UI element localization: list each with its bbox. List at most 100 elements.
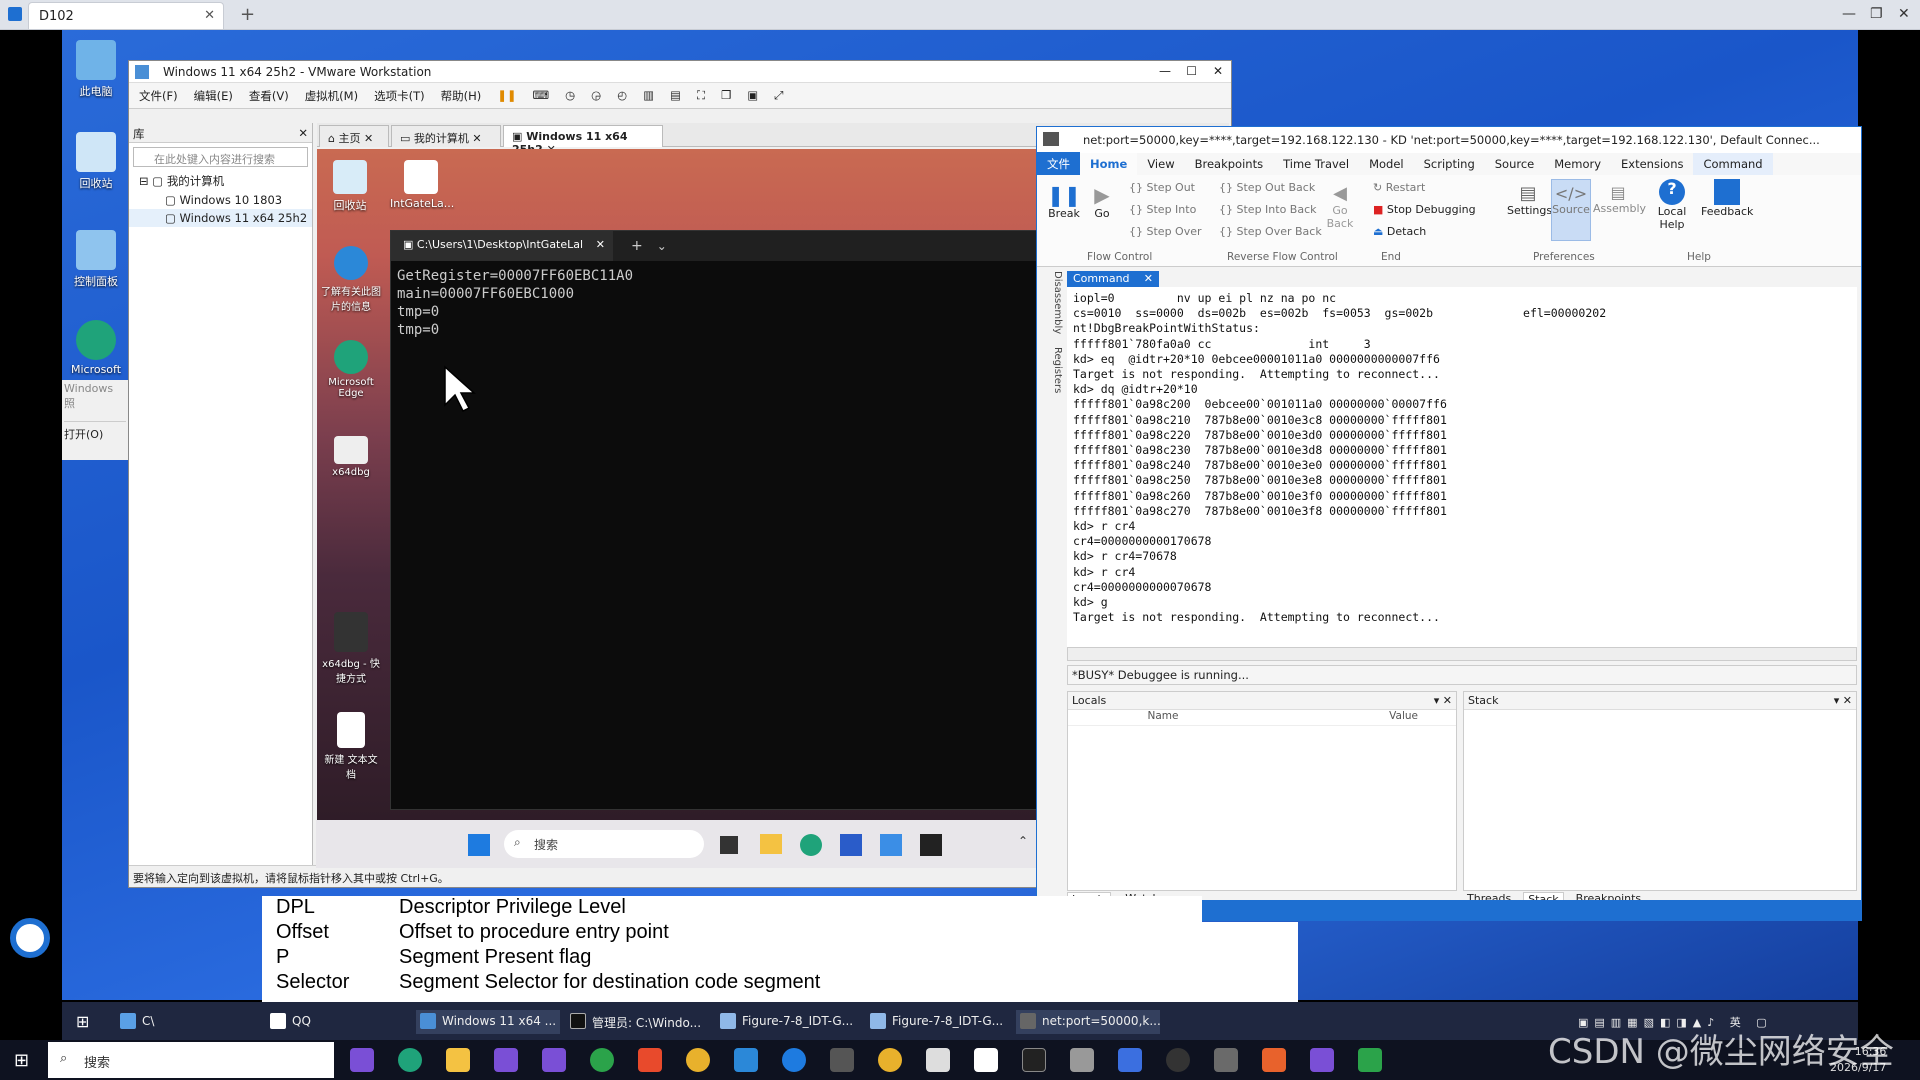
- guest-icon-edge[interactable]: Microsoft Edge: [320, 340, 382, 399]
- app-icon[interactable]: [1070, 1048, 1094, 1072]
- tab-model[interactable]: Model: [1359, 153, 1414, 175]
- desktop-icon-edge[interactable]: Microsoft: [66, 320, 126, 376]
- tree-vm-win10[interactable]: ▢ Windows 10 1803: [129, 191, 312, 209]
- command-tab[interactable]: Command ✕: [1067, 271, 1159, 287]
- guest-icon-x64dbg[interactable]: x64dbg: [320, 436, 382, 478]
- chevron-up-icon[interactable]: ⌃: [1018, 834, 1028, 848]
- go-back-button[interactable]: ◀ Go Back: [1323, 183, 1357, 230]
- step-over-button[interactable]: {} Step Over: [1129, 225, 1202, 238]
- outer-tab[interactable]: D102 ✕: [28, 2, 224, 29]
- edge-icon[interactable]: [398, 1048, 422, 1072]
- tab-view[interactable]: View: [1137, 153, 1184, 175]
- tab-win11-vm[interactable]: ▣ Windows 11 x64 25h2 ✕: [503, 125, 663, 156]
- app-icon[interactable]: [1310, 1048, 1334, 1072]
- windows-start-icon[interactable]: [468, 834, 490, 856]
- view-thumbnail-icon[interactable]: ▤: [670, 88, 681, 103]
- step-out-button[interactable]: {} Step Out: [1129, 181, 1195, 194]
- menu-file[interactable]: 文件(F): [139, 88, 178, 103]
- tab-source[interactable]: Source: [1485, 153, 1545, 175]
- revert-snapshot-icon[interactable]: ◶: [591, 88, 601, 103]
- outlook-icon[interactable]: [880, 834, 902, 856]
- fullscreen-icon[interactable]: ⛶: [697, 88, 705, 103]
- open-button[interactable]: 打开(O): [64, 421, 126, 442]
- guest-search-box[interactable]: ⌕ 搜索: [504, 830, 704, 858]
- menu-vm[interactable]: 虚拟机(M): [305, 88, 358, 103]
- pause-icon[interactable]: ❚❚: [497, 88, 516, 103]
- app-icon[interactable]: [734, 1048, 758, 1072]
- command-input-bar[interactable]: *BUSY* Debuggee is running...: [1067, 665, 1857, 685]
- chrome-icon[interactable]: [878, 1048, 902, 1072]
- taskbar-item-vmware[interactable]: Windows 11 x64 ...: [416, 1010, 560, 1034]
- desktop-icon-this-pc[interactable]: 此电脑: [66, 40, 126, 99]
- taskbar-item-windbg[interactable]: net:port=50000,k...: [1016, 1010, 1161, 1034]
- app-icon[interactable]: [590, 1048, 614, 1072]
- horizontal-scrollbar[interactable]: [1067, 647, 1857, 661]
- restart-button[interactable]: ↻ Restart: [1373, 181, 1425, 194]
- assembly-button[interactable]: ▤ Assembly: [1593, 183, 1646, 215]
- tab-registers[interactable]: Registers: [1052, 347, 1063, 393]
- visual-studio-icon[interactable]: [494, 1048, 518, 1072]
- menu-edit[interactable]: 编辑(E): [194, 88, 233, 103]
- taskbar-item-cmd[interactable]: 管理员: C:\Windo...: [566, 1010, 706, 1034]
- command-output[interactable]: iopl=0 nv up ei pl nz na po nc cs=0010 ss…: [1067, 287, 1857, 647]
- close-icon[interactable]: ✕: [1213, 64, 1223, 78]
- minimize-icon[interactable]: —: [1842, 6, 1856, 22]
- stretch-icon[interactable]: ⤢: [774, 88, 783, 103]
- tab-scripting[interactable]: Scripting: [1414, 153, 1485, 175]
- host-search-box[interactable]: ⌕ 搜索: [48, 1042, 334, 1078]
- terminal-output[interactable]: GetRegister=00007FF60EBC11A0 main=00007FF…: [391, 261, 1039, 345]
- desktop-icon-recycle[interactable]: 回收站: [66, 132, 126, 191]
- step-into-button[interactable]: {} Step Into: [1129, 203, 1196, 216]
- taskbar-item-qq[interactable]: QQ: [266, 1010, 386, 1034]
- app-icon[interactable]: [926, 1048, 950, 1072]
- tab-disassembly[interactable]: Disassembly: [1052, 271, 1063, 334]
- minimize-icon[interactable]: —: [1159, 64, 1171, 78]
- step-into-back-button[interactable]: {} Step Into Back: [1219, 203, 1317, 216]
- guest-icon-recycle[interactable]: 回收站: [322, 160, 378, 213]
- console-icon[interactable]: ▣: [747, 88, 758, 103]
- close-icon[interactable]: ✕: [1144, 272, 1153, 285]
- local-help-button[interactable]: ? Local Help: [1651, 179, 1693, 231]
- guest-icon-textfile[interactable]: 新建 文本文档: [320, 712, 382, 781]
- source-button[interactable]: </> Source: [1551, 179, 1591, 241]
- feedback-button[interactable]: Feedback: [1701, 179, 1753, 218]
- menu-help[interactable]: 帮助(H): [441, 88, 482, 103]
- menu-tabs[interactable]: 选项卡(T): [374, 88, 425, 103]
- visual-studio-icon[interactable]: [542, 1048, 566, 1072]
- desktop-icon-control-panel[interactable]: 控制面板: [66, 230, 126, 289]
- tab-my-computer[interactable]: ▭ 我的计算机 ✕: [391, 125, 501, 147]
- app-icon[interactable]: [782, 1048, 806, 1072]
- edge-icon[interactable]: [800, 834, 822, 856]
- chevron-down-icon[interactable]: ⌄: [657, 239, 667, 253]
- app-icon[interactable]: [1118, 1048, 1142, 1072]
- app-icon[interactable]: [1262, 1048, 1286, 1072]
- detach-button[interactable]: ⏏ Detach: [1373, 225, 1426, 238]
- close-icon[interactable]: ▾ ✕: [1834, 694, 1852, 707]
- tab-file[interactable]: 文件: [1037, 152, 1080, 176]
- chatgpt-icon[interactable]: [1166, 1048, 1190, 1072]
- close-icon[interactable]: ✕: [596, 238, 605, 251]
- new-tab-button[interactable]: +: [240, 4, 255, 25]
- file-explorer-icon[interactable]: [760, 834, 782, 854]
- close-icon[interactable]: ✕: [298, 126, 308, 140]
- close-window-icon[interactable]: ✕: [1898, 6, 1910, 22]
- taskbar-item-figure1[interactable]: Figure-7-8_IDT-G...: [716, 1010, 856, 1034]
- tab-command[interactable]: Command: [1693, 153, 1773, 175]
- send-keys-icon[interactable]: ⌨: [533, 88, 550, 103]
- notepad-icon[interactable]: [974, 1048, 998, 1072]
- terminal-tab[interactable]: ▣ C:\Users\1\Desktop\IntGateLal ✕: [391, 231, 613, 261]
- maximize-icon[interactable]: ☐: [1186, 64, 1197, 78]
- tab-home[interactable]: ⌂ 主页 ✕: [319, 125, 389, 147]
- taskbar-item-figure2[interactable]: Figure-7-8_IDT-G...: [866, 1010, 1006, 1034]
- tab-breakpoints[interactable]: Breakpoints: [1185, 153, 1273, 175]
- guest-icon-x64dbg-shortcut[interactable]: x64dbg - 快捷方式: [320, 612, 382, 685]
- store-icon[interactable]: [840, 834, 862, 856]
- app-icon[interactable]: [830, 1048, 854, 1072]
- step-out-back-button[interactable]: {} Step Out Back: [1219, 181, 1315, 194]
- file-explorer-icon[interactable]: [446, 1048, 470, 1072]
- close-icon[interactable]: ✕: [204, 8, 215, 23]
- step-over-back-button[interactable]: {} Step Over Back: [1219, 225, 1322, 238]
- menu-view[interactable]: 查看(V): [249, 88, 289, 103]
- library-search-input[interactable]: 在此处键入内容进行搜索: [133, 147, 308, 167]
- tree-vm-win11[interactable]: ▢ Windows 11 x64 25h2: [129, 209, 312, 227]
